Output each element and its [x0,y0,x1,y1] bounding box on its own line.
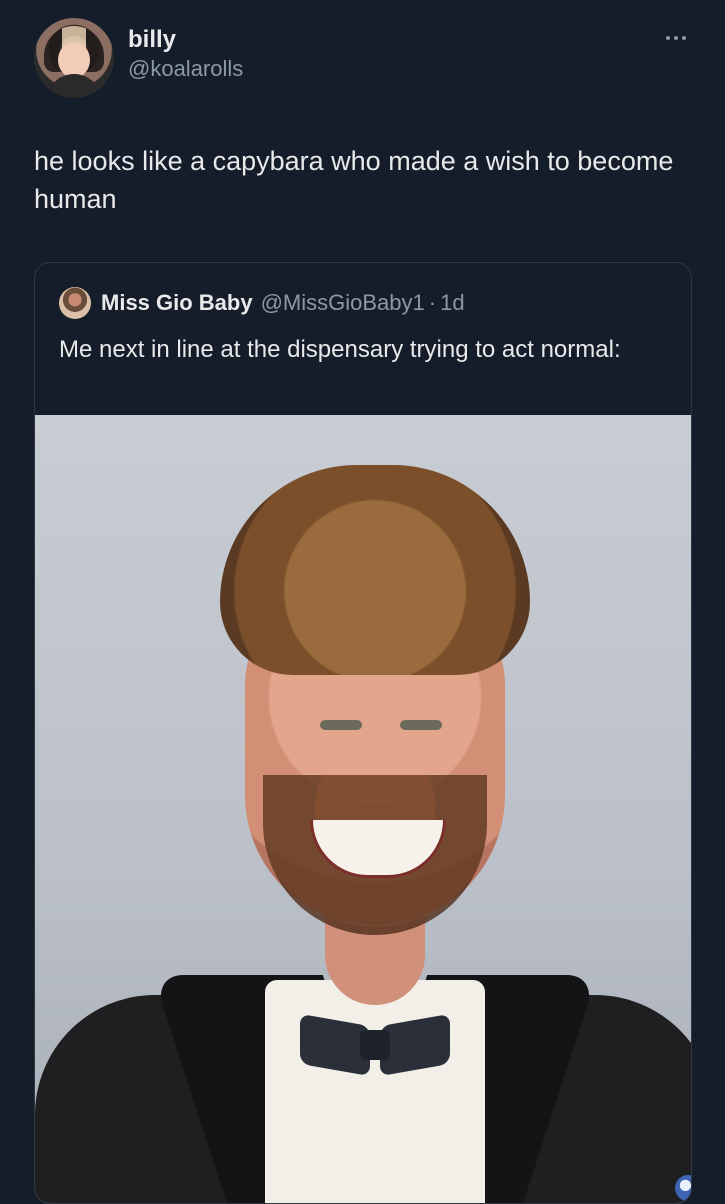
tweet-text: he looks like a capybara who made a wish… [34,146,674,214]
photo-bowtie [300,1010,450,1080]
more-dot [666,36,670,40]
photo-eye-left [320,720,362,730]
more-horizontal-icon[interactable] [658,28,694,48]
photo-eye-right [400,720,442,730]
quoted-tweet[interactable]: Miss Gio Baby @MissGioBaby1 · 1d Me next… [34,262,692,1204]
author-names: billy @koalarolls [128,26,243,84]
quoted-author-display-name[interactable]: Miss Gio Baby [101,290,253,316]
avatar-face [58,42,90,78]
quoted-timestamp[interactable]: 1d [440,290,464,316]
avatar-body [46,74,102,98]
quoted-author-handle[interactable]: @MissGioBaby1 [261,290,425,316]
bowtie-knot [360,1030,390,1060]
more-dot [682,36,686,40]
author-avatar[interactable] [34,18,114,98]
tweet-header: billy @koalarolls [34,18,694,98]
photo-person [35,455,691,1203]
tweet-card: billy @koalarolls he looks like a capyba… [0,0,725,1204]
author-handle[interactable]: @koalarolls [128,54,243,84]
author-display-name[interactable]: billy [128,26,243,54]
quoted-tweet-text: Me next in line at the dispensary trying… [59,336,621,363]
photo-hair [220,465,530,675]
bowtie-right [380,1013,450,1077]
quoted-tweet-header: Miss Gio Baby @MissGioBaby1 · 1d [59,287,465,319]
quoted-author-avatar[interactable] [59,287,91,319]
quoted-media-image[interactable] [35,415,691,1203]
more-dot [674,36,678,40]
timestamp-separator: · [428,290,437,315]
